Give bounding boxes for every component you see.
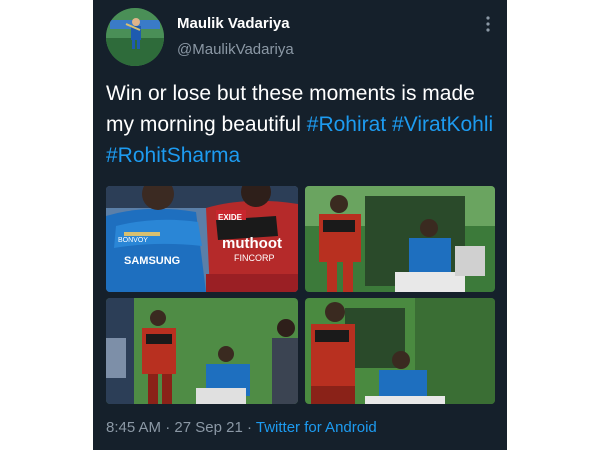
footer-separator: ·	[165, 419, 171, 436]
jersey-text-bonvoy: BONVOY	[118, 237, 148, 244]
source-app-link[interactable]: Twitter for Android	[256, 419, 377, 436]
footer-separator: ·	[246, 419, 252, 436]
hashtag-rohirat[interactable]: #Rohirat	[307, 113, 386, 136]
jersey-text-fincorp: FINCORP	[234, 253, 275, 263]
jersey-text-exide: EXIDE	[218, 213, 243, 222]
tweet-photo-2[interactable]	[305, 186, 495, 292]
user-handle[interactable]: @MaulikVadariya	[177, 41, 294, 58]
tweet-text: Win or lose but these moments is made my…	[106, 78, 502, 171]
display-name[interactable]: Maulik Vadariya	[177, 15, 290, 32]
hashtag-viratkohli[interactable]: #ViratKohli	[392, 113, 493, 136]
tweet-photo-4[interactable]	[305, 298, 495, 404]
avatar[interactable]	[106, 8, 164, 66]
tweet-photo-3[interactable]	[106, 298, 298, 404]
tweet-footer: 8:45 AM · 27 Sep 21 · Twitter for Androi…	[106, 419, 377, 436]
tweet-date[interactable]: 27 Sep 21	[174, 419, 242, 436]
hashtag-rohitsharma[interactable]: #RohitSharma	[106, 144, 240, 167]
tweet-photo-1[interactable]: BONVOY SAMSUNG EXIDE muthoot FINCORP	[106, 186, 298, 292]
tweet-time[interactable]: 8:45 AM	[106, 419, 161, 436]
more-vertical-icon[interactable]	[478, 13, 498, 35]
jersey-text-muthoot: muthoot	[222, 235, 282, 252]
jersey-text-samsung: SAMSUNG	[124, 255, 180, 267]
